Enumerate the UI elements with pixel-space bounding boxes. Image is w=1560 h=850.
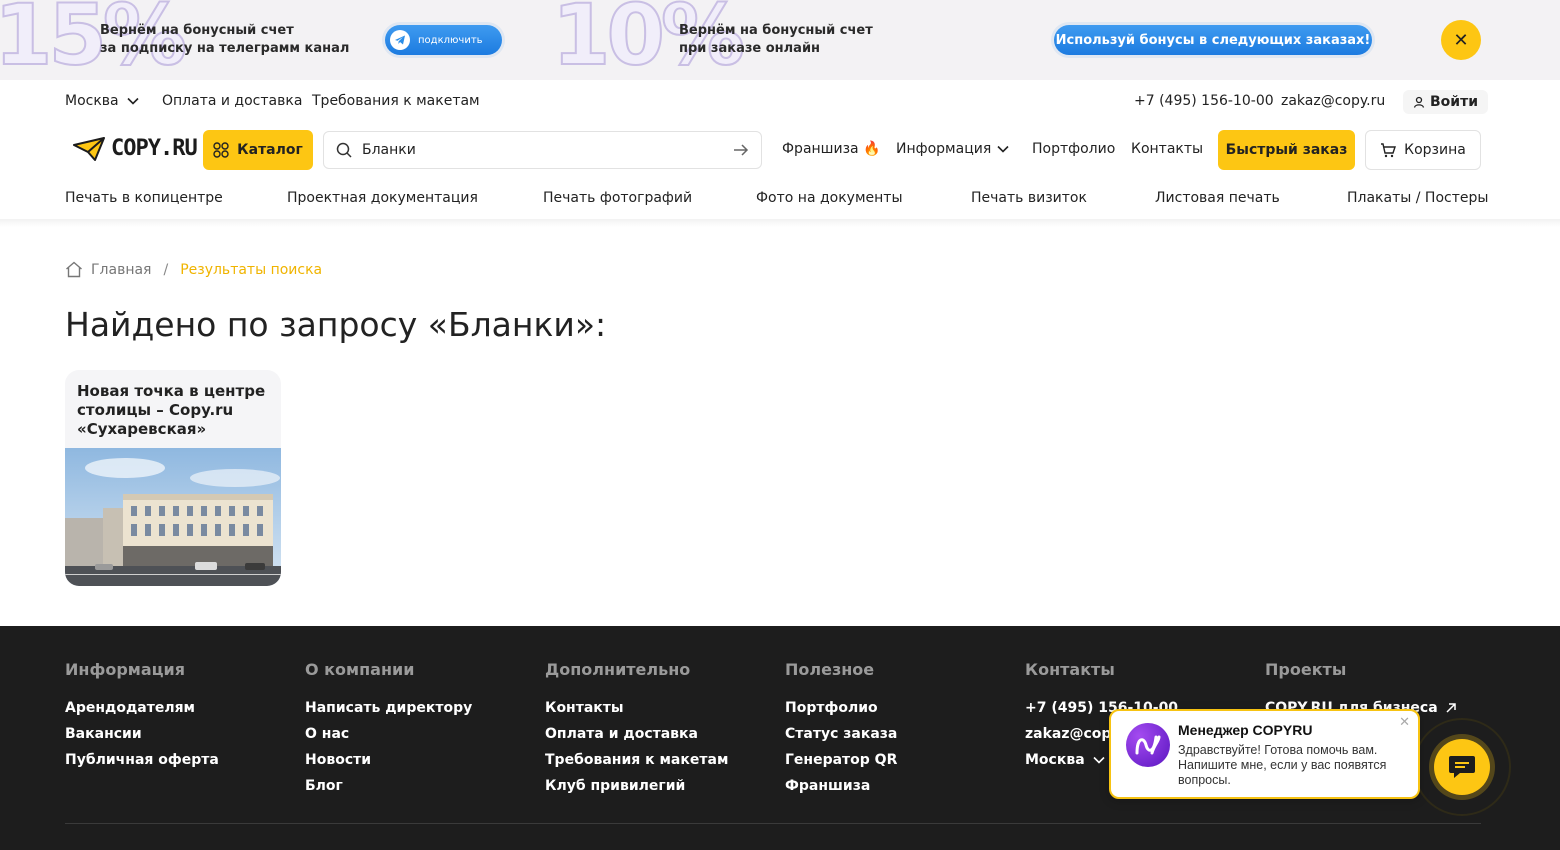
grid-icon (213, 142, 229, 158)
promo-text-line: Вернём на бонусный счет (679, 23, 873, 38)
arrow-right-icon[interactable] (733, 144, 749, 156)
search-input[interactable] (362, 142, 733, 158)
chat-manager-name: Менеджер COPYRU (1178, 722, 1313, 738)
category-menu: Печать в копицентре Проектная документац… (65, 190, 1488, 210)
logo[interactable]: COPY.RU (73, 136, 198, 161)
close-icon[interactable]: ✕ (1441, 20, 1481, 60)
breadcrumb-home[interactable]: Главная (91, 262, 151, 278)
footer-divider (65, 823, 1481, 824)
email-link[interactable]: zakaz@copy.ru (1281, 93, 1385, 109)
building-photo (65, 448, 281, 586)
footer-link[interactable]: О нас (305, 721, 472, 747)
home-icon[interactable] (65, 261, 83, 278)
footer-col-info: Информация Арендодателям Вакансии Публич… (65, 660, 219, 773)
category-posters[interactable]: Плакаты / Постеры (1347, 190, 1488, 206)
cart-label: Корзина (1404, 142, 1466, 158)
breadcrumb-current: Результаты поиска (180, 261, 323, 278)
quick-order-button[interactable]: Быстрый заказ (1218, 130, 1355, 170)
catalog-label: Каталог (237, 142, 303, 158)
requirements-link[interactable]: Требования к макетам (312, 93, 480, 109)
promo-text-online: Вернём на бонусный счет при заказе онлай… (679, 22, 873, 58)
footer-heading: Полезное (785, 660, 875, 679)
paper-plane-logo-icon (73, 136, 105, 161)
footer-link[interactable]: Портфолио (785, 695, 897, 721)
footer-heading: Дополнительно (545, 660, 691, 679)
footer-link[interactable]: Контакты (545, 695, 728, 721)
footer-link[interactable]: Арендодателям (65, 695, 219, 721)
footer-city-label: Москва (1025, 752, 1085, 768)
cart-icon (1381, 143, 1397, 158)
telegram-connect-button[interactable]: подключить (385, 25, 502, 55)
footer-link[interactable]: Новости (305, 747, 472, 773)
footer-link[interactable]: Статус заказа (785, 721, 897, 747)
category-business-cards[interactable]: Печать визиток (971, 190, 1087, 206)
login-label: Войти (1430, 94, 1479, 110)
footer-link[interactable]: Публичная оферта (65, 747, 219, 773)
cart-button[interactable]: Корзина (1365, 130, 1481, 170)
category-copycenter[interactable]: Печать в копицентре (65, 190, 223, 206)
category-photo-print[interactable]: Печать фотографий (543, 190, 692, 206)
chevron-down-icon (997, 145, 1009, 153)
telegram-icon (390, 30, 410, 50)
chat-open-button[interactable] (1434, 739, 1490, 795)
use-bonus-button[interactable]: Используй бонусы в следующих заказах! (1054, 25, 1372, 55)
top-bar: Москва Оплата и доставка Требования к ма… (65, 80, 1489, 124)
catalog-button[interactable]: Каталог (203, 130, 313, 170)
chat-popup[interactable]: Менеджер COPYRU Здравствуйте! Готова пом… (1109, 709, 1420, 799)
close-icon[interactable]: ✕ (1399, 715, 1410, 730)
login-button[interactable]: Войти (1403, 90, 1489, 114)
external-link-icon (1446, 703, 1456, 713)
footer-link[interactable]: Блог (305, 773, 472, 799)
search-result-card[interactable]: Новая точка в центре столицы – Copy.ru «… (65, 370, 281, 586)
header-shadow (0, 219, 1560, 227)
logo-text: COPY.RU (111, 136, 198, 161)
promo-banner: 15% Вернём на бонусный счет за подписку … (0, 0, 1560, 80)
footer-col-company: О компании Написать директору О нас Ново… (305, 660, 472, 799)
chat-message: Здравствуйте! Готова помочь вам. Напишит… (1178, 743, 1387, 787)
card-title: Новая точка в центре столицы – Copy.ru «… (77, 382, 266, 438)
header: COPY.RU Каталог Франшиза 🔥 Информация По… (65, 130, 1481, 170)
delivery-link[interactable]: Оплата и доставка (162, 93, 302, 109)
telegram-connect-label: подключить (418, 34, 483, 46)
page-title: Найдено по запросу «Бланки»: (65, 305, 607, 344)
nav-contacts[interactable]: Контакты (1131, 141, 1203, 157)
nav-portfolio[interactable]: Портфолио (1032, 141, 1115, 157)
footer-link[interactable]: Клуб привилегий (545, 773, 728, 799)
category-id-photo[interactable]: Фото на документы (756, 190, 903, 206)
nav-franchise[interactable]: Франшиза 🔥 (782, 141, 881, 157)
category-project-docs[interactable]: Проектная документация (287, 190, 478, 206)
promo-text-telegram: Вернём на бонусный счет за подписку на т… (100, 22, 349, 58)
nav-info[interactable]: Информация (896, 141, 1009, 157)
nav-info-label: Информация (896, 141, 992, 157)
search-icon (336, 142, 352, 158)
manager-avatar (1126, 723, 1170, 767)
footer-link[interactable]: Вакансии (65, 721, 219, 747)
footer-link[interactable]: Оплата и доставка (545, 721, 728, 747)
city-label: Москва (65, 93, 119, 109)
footer-heading: Информация (65, 660, 185, 679)
phone-link[interactable]: +7 (495) 156-10-00 (1134, 93, 1274, 109)
promo-text-line: при заказе онлайн (679, 41, 821, 56)
footer-link[interactable]: Франшиза (785, 773, 897, 799)
footer-col-extra: Дополнительно Контакты Оплата и доставка… (545, 660, 728, 799)
footer-col-useful: Полезное Портфолио Статус заказа Генерат… (785, 660, 897, 799)
footer-heading: Контакты (1025, 660, 1115, 679)
footer-heading: О компании (305, 660, 415, 679)
footer-link[interactable]: Генератор QR (785, 747, 897, 773)
category-sheet-print[interactable]: Листовая печать (1155, 190, 1280, 206)
chevron-down-icon (127, 97, 139, 105)
user-icon (1413, 96, 1425, 108)
footer-link[interactable]: Требования к макетам (545, 747, 728, 773)
breadcrumb-separator: / (163, 261, 169, 278)
chat-bubble-icon (1449, 756, 1475, 778)
footer-link[interactable]: Написать директору (305, 695, 472, 721)
search-box (323, 131, 762, 169)
chevron-down-icon (1093, 756, 1105, 764)
promo-text-line: Вернём на бонусный счет (100, 23, 294, 38)
city-selector[interactable]: Москва (65, 93, 139, 109)
promo-text-line: за подписку на телеграмм канал (100, 41, 350, 56)
breadcrumb: Главная / Результаты поиска (65, 261, 322, 278)
footer-heading: Проекты (1265, 660, 1347, 679)
